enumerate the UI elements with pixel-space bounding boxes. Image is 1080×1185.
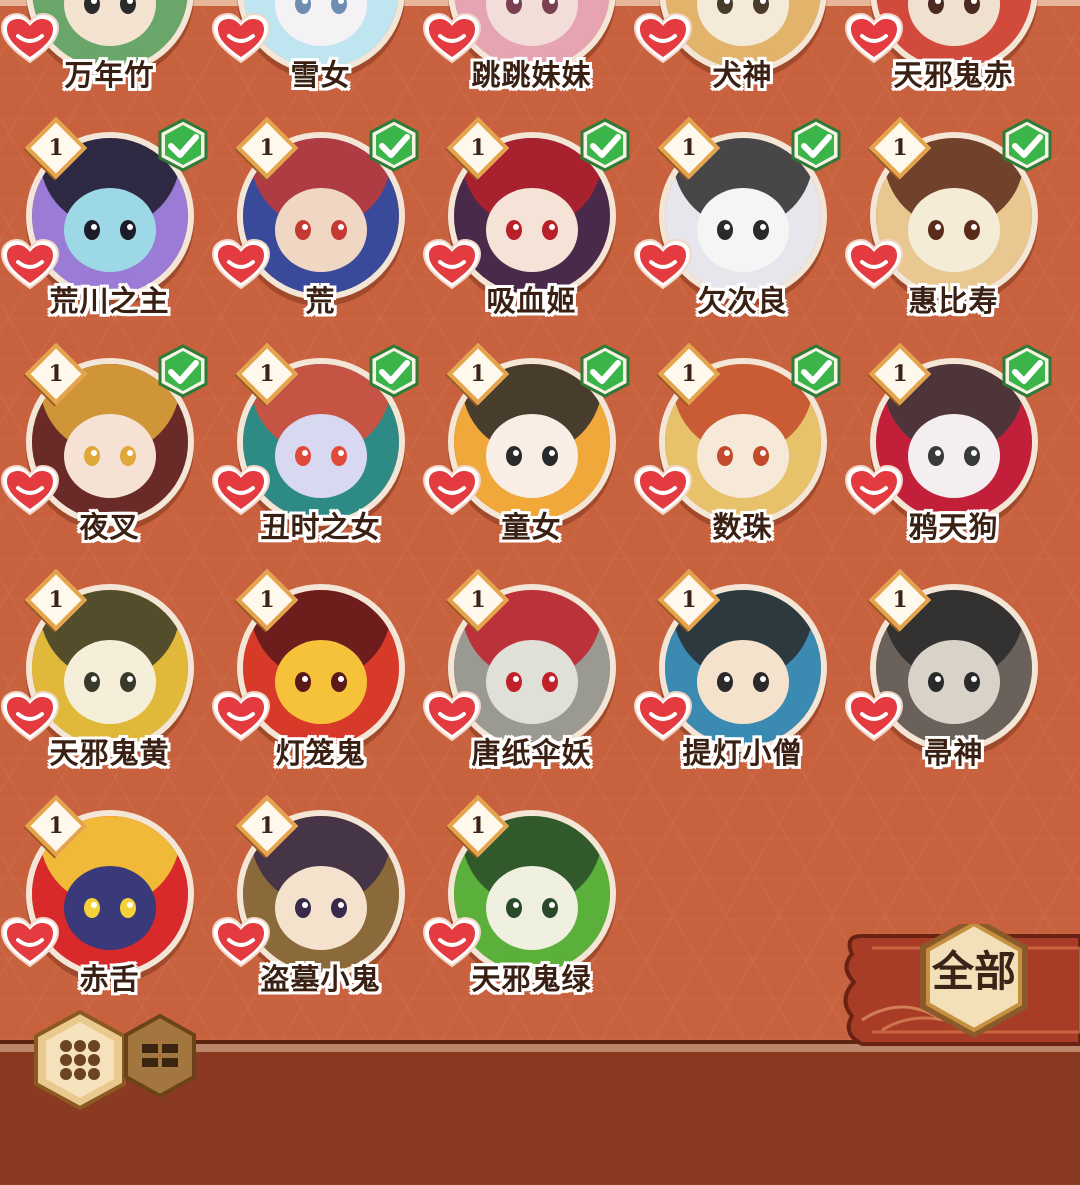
collected-check-icon [369, 118, 419, 172]
count-badge-number: 1 [681, 361, 697, 387]
shikigami-card[interactable]: 1 吸血姬 [422, 114, 637, 340]
shikigami-name: 赤舌 [79, 962, 140, 996]
shikigami-card[interactable]: 1 灯笼鬼 [211, 566, 426, 792]
shikigami-name: 唐纸伞妖 [471, 736, 592, 770]
shikigami-card[interactable]: 1 盗墓小鬼 [211, 792, 426, 1018]
count-badge-number: 1 [470, 361, 486, 387]
shikigami-card[interactable]: 1 夜叉 [0, 340, 215, 566]
shikigami-card[interactable]: 1 惠比寿 [844, 114, 1059, 340]
shikigami-card[interactable]: 天邪鬼赤 [844, 0, 1059, 114]
collected-check-icon [791, 118, 841, 172]
shikigami-card[interactable]: 1 帚神 [844, 566, 1059, 792]
collected-check-icon [1002, 344, 1052, 398]
filter-label: 全部 [931, 947, 1016, 996]
count-badge-number: 1 [48, 813, 64, 839]
shikigami-name: 惠比寿 [908, 284, 999, 318]
shikigami-name: 鸦天狗 [908, 510, 999, 544]
shikigami-name: 天邪鬼黄 [49, 736, 170, 770]
shikigami-card[interactable]: 1 欠次良 [633, 114, 848, 340]
shikigami-name: 提灯小僧 [682, 736, 803, 770]
count-badge-number: 1 [892, 361, 908, 387]
shikigami-name: 帚神 [923, 736, 984, 770]
shikigami-name: 欠次良 [697, 284, 788, 318]
shikigami-card[interactable]: 1 鸦天狗 [844, 340, 1059, 566]
count-badge-number: 1 [259, 587, 275, 613]
count-badge-number: 1 [259, 813, 275, 839]
count-badge-number: 1 [259, 135, 275, 161]
shikigami-card[interactable]: 1 唐纸伞妖 [422, 566, 637, 792]
shikigami-name: 天邪鬼绿 [471, 962, 592, 996]
shikigami-name: 天邪鬼赤 [893, 58, 1014, 92]
list-view-toggle[interactable] [122, 1012, 198, 1100]
shikigami-name: 灯笼鬼 [275, 736, 366, 770]
count-badge-number: 1 [470, 135, 486, 161]
shikigami-card[interactable]: 1 天邪鬼绿 [422, 792, 637, 1018]
count-badge-number: 1 [48, 587, 64, 613]
shikigami-card[interactable]: 跳跳妹妹 [422, 0, 637, 114]
grid-view-toggle[interactable] [32, 1008, 128, 1112]
collected-check-icon [791, 344, 841, 398]
count-badge-number: 1 [48, 361, 64, 387]
shikigami-name: 荒川之主 [49, 284, 170, 318]
count-badge-number: 1 [48, 135, 64, 161]
shikigami-grid: 万年竹 雪女 跳跳妹妹 犬神 天邪鬼赤 1 荒川之主 1 荒 1 吸血姬 1 欠次良 1 惠比寿 1 夜叉 1 丑时… [0, 0, 1080, 1040]
collected-check-icon [158, 344, 208, 398]
shikigami-card[interactable]: 1 提灯小僧 [633, 566, 848, 792]
shikigami-name: 跳跳妹妹 [471, 58, 592, 92]
shikigami-name: 童女 [501, 510, 562, 544]
collected-check-icon [580, 118, 630, 172]
count-badge-number: 1 [892, 587, 908, 613]
shikigami-name: 盗墓小鬼 [260, 962, 381, 996]
shikigami-name: 荒 [305, 284, 336, 318]
collected-check-icon [369, 344, 419, 398]
grid-view-icon [60, 1040, 100, 1080]
shikigami-name: 雪女 [290, 58, 351, 92]
collected-check-icon [158, 118, 208, 172]
count-badge-number: 1 [470, 587, 486, 613]
shikigami-card[interactable]: 1 丑时之女 [211, 340, 426, 566]
count-badge-number: 1 [681, 587, 697, 613]
shikigami-card[interactable]: 1荒 [211, 114, 426, 340]
shikigami-card[interactable]: 1 荒川之主 [0, 114, 215, 340]
shikigami-name: 丑时之女 [260, 510, 381, 544]
shikigami-card[interactable]: 1 天邪鬼黄 [0, 566, 215, 792]
shikigami-name: 数珠 [712, 510, 773, 544]
shikigami-card[interactable]: 犬神 [633, 0, 848, 114]
shikigami-card[interactable]: 1 数珠 [633, 340, 848, 566]
shikigami-name: 夜叉 [79, 510, 140, 544]
shikigami-card[interactable]: 1 赤舌 [0, 792, 215, 1018]
count-badge-number: 1 [470, 813, 486, 839]
shikigami-name: 犬神 [712, 58, 773, 92]
count-badge-number: 1 [892, 135, 908, 161]
shikigami-card[interactable]: 1 童女 [422, 340, 637, 566]
shikigami-name: 万年竹 [64, 58, 155, 92]
collected-check-icon [580, 344, 630, 398]
count-badge-number: 1 [681, 135, 697, 161]
shikigami-card[interactable]: 万年竹 [0, 0, 215, 114]
shikigami-name: 吸血姬 [486, 284, 577, 318]
collected-check-icon [1002, 118, 1052, 172]
shikigami-card[interactable]: 雪女 [211, 0, 426, 114]
count-badge-number: 1 [259, 361, 275, 387]
